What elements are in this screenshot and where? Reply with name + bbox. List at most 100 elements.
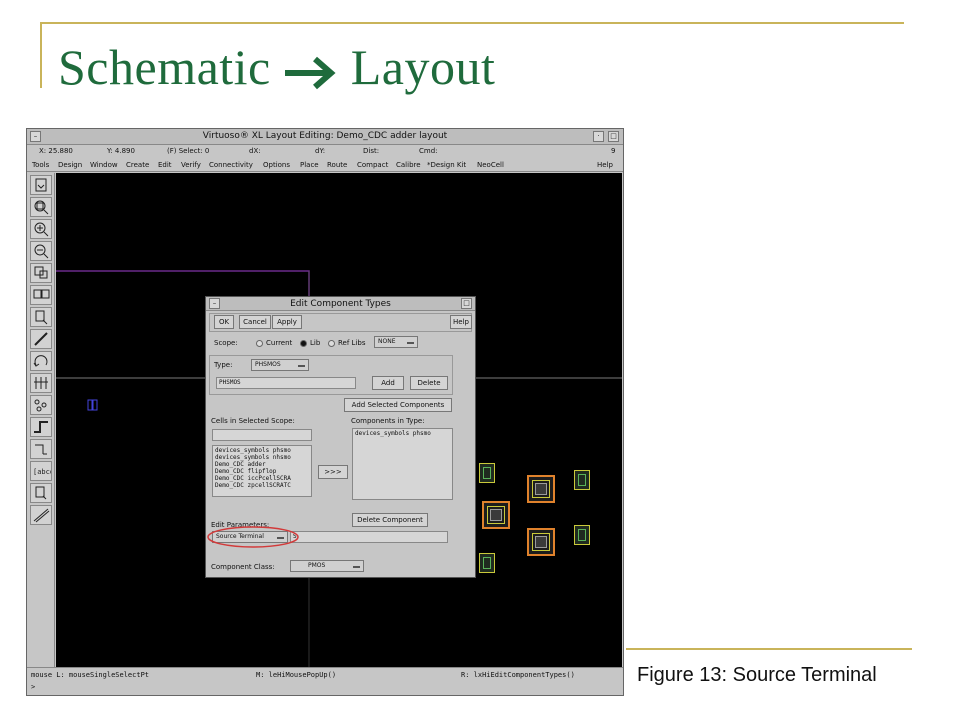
menu-edit[interactable]: Edit	[158, 161, 172, 169]
undo-icon[interactable]	[30, 351, 52, 371]
move-to-type-button[interactable]: >>>	[318, 465, 348, 479]
device-instance[interactable]	[479, 553, 495, 573]
wire-icon[interactable]	[30, 417, 52, 437]
cancel-button[interactable]: Cancel	[239, 315, 271, 329]
window-titlebar[interactable]: – Virtuoso® XL Layout Editing: Demo_CDC …	[27, 129, 623, 145]
component-class-select[interactable]: PMOS	[290, 560, 364, 572]
distance-readout: Dist:	[363, 147, 380, 155]
mouse-left-binding: mouse L: mouseSingleSelectPt	[31, 671, 150, 679]
ok-button[interactable]: OK	[214, 315, 234, 329]
window-title: Virtuoso® XL Layout Editing: Demo_CDC ad…	[202, 131, 448, 141]
cells-list[interactable]: devices_symbols phsmo devices_symbols nh…	[212, 445, 312, 497]
menu-help[interactable]: Help	[597, 161, 613, 169]
move-icon[interactable]	[30, 307, 52, 327]
ruler-icon[interactable]	[30, 329, 52, 349]
scope-current-radio[interactable]	[256, 340, 263, 347]
left-rule	[40, 22, 42, 88]
menu-design[interactable]: Design	[58, 161, 82, 169]
device-instance[interactable]	[482, 501, 510, 529]
device-instance[interactable]	[527, 475, 555, 503]
type-label: Type:	[214, 361, 233, 369]
arrow-right-icon	[284, 56, 336, 89]
x-coordinate: X: 25.880	[39, 147, 73, 155]
cell-list-item[interactable]: Demo_CDC iccPcellSCRA	[215, 475, 309, 482]
window-number: 9	[611, 147, 616, 155]
dialog-title: Edit Component Types	[290, 299, 391, 309]
menu-calibre[interactable]: Calibre	[396, 161, 421, 169]
y-coordinate: Y: 4.890	[107, 147, 135, 155]
save-icon[interactable]	[30, 175, 52, 195]
top-rule	[40, 22, 904, 24]
scope-lib-radio[interactable]	[300, 340, 307, 347]
copy-icon[interactable]	[30, 285, 52, 305]
menu-design-kit[interactable]: *Design Kit	[427, 161, 466, 169]
menu-tools[interactable]: Tools	[32, 161, 49, 169]
scope-label: Scope:	[214, 339, 238, 347]
add-selected-components-button[interactable]: Add Selected Components	[344, 398, 452, 412]
tool-palette: [abcd]	[27, 173, 55, 667]
line-icon[interactable]	[30, 505, 52, 525]
bottom-rule	[626, 648, 912, 650]
ref-libs-select[interactable]: NONE	[374, 336, 418, 348]
menu-place[interactable]: Place	[300, 161, 319, 169]
ref-libs-value: NONE	[378, 338, 396, 345]
device-instance[interactable]	[574, 470, 590, 490]
add-type-button[interactable]: Add	[372, 376, 404, 390]
dialog-titlebar[interactable]: – Edit Component Types □	[206, 297, 475, 311]
apply-button[interactable]: Apply	[272, 315, 302, 329]
zoom-in-icon[interactable]	[30, 219, 52, 239]
zoom-fit-icon[interactable]	[30, 197, 52, 217]
components-list[interactable]: devices_symbols phsmo	[352, 428, 453, 500]
type-select[interactable]: PHSMOS	[251, 359, 309, 371]
device-instance[interactable]	[574, 525, 590, 545]
mouse-right-binding: R: lxHiEditComponentTypes()	[461, 671, 575, 679]
source-terminal-field[interactable]: S	[290, 531, 448, 543]
cyclic-indicator-icon	[298, 365, 305, 367]
help-button[interactable]: Help	[450, 315, 472, 329]
cell-list-item[interactable]: devices_symbols phsmo	[215, 447, 309, 454]
slide-title: Schematic Layout	[58, 38, 495, 96]
menu-route[interactable]: Route	[327, 161, 347, 169]
delete-type-button[interactable]: Delete	[410, 376, 448, 390]
device-instance[interactable]	[527, 528, 555, 556]
cell-list-item[interactable]: devices_symbols nhsmo	[215, 454, 309, 461]
cells-filter-field[interactable]	[212, 429, 312, 441]
svg-text:[abcd]: [abcd]	[33, 468, 51, 476]
delete-component-button[interactable]: Delete Component	[352, 513, 428, 527]
cell-list-item[interactable]: Demo_CDC zpcellSCRATC	[215, 482, 309, 489]
cell-list-item[interactable]: Demo_CDC adder	[215, 461, 309, 468]
zoom-out-icon[interactable]	[30, 241, 52, 261]
scope-current-label: Current	[266, 339, 293, 347]
component-list-item[interactable]: devices_symbols phsmo	[355, 430, 450, 437]
path-icon[interactable]	[30, 439, 52, 459]
menu-compact[interactable]: Compact	[357, 161, 388, 169]
window-footer: mouse L: mouseSingleSelectPt M: leHiMous…	[27, 667, 623, 695]
coordinate-status-bar: X: 25.880 Y: 4.890 (F) Select: 0 dX: dY:…	[27, 145, 623, 158]
highlight-ellipse	[207, 526, 299, 548]
cyclic-indicator-icon	[353, 566, 360, 568]
maximize-icon[interactable]: □	[608, 131, 619, 142]
figure-caption: Figure 13: Source Terminal	[637, 664, 877, 686]
menu-connectivity[interactable]: Connectivity	[209, 161, 253, 169]
dialog-maximize-icon[interactable]: □	[461, 298, 472, 309]
scope-ref-libs-label: Ref Libs	[338, 339, 366, 347]
scope-ref-libs-radio[interactable]	[328, 340, 335, 347]
device-instance[interactable]	[479, 463, 495, 483]
command-readout: Cmd:	[419, 147, 438, 155]
select-icon[interactable]	[30, 483, 52, 503]
cell-list-item[interactable]: Demo_CDC flipflop	[215, 468, 309, 475]
menu-create[interactable]: Create	[126, 161, 149, 169]
command-prompt[interactable]: >	[31, 683, 35, 691]
menu-window[interactable]: Window	[90, 161, 118, 169]
hierarchy-icon[interactable]	[30, 395, 52, 415]
label-icon[interactable]: [abcd]	[30, 461, 52, 481]
menu-options[interactable]: Options	[263, 161, 290, 169]
menu-neocell[interactable]: NeoCell	[477, 161, 504, 169]
properties-icon[interactable]	[30, 373, 52, 393]
menu-verify[interactable]: Verify	[181, 161, 201, 169]
type-name-field[interactable]: PHSMOS	[216, 377, 356, 389]
stretch-icon[interactable]	[30, 263, 52, 283]
select-count: (F) Select: 0	[167, 147, 210, 155]
component-class-value: PMOS	[308, 562, 326, 569]
minimize-icon[interactable]: ·	[593, 131, 604, 142]
